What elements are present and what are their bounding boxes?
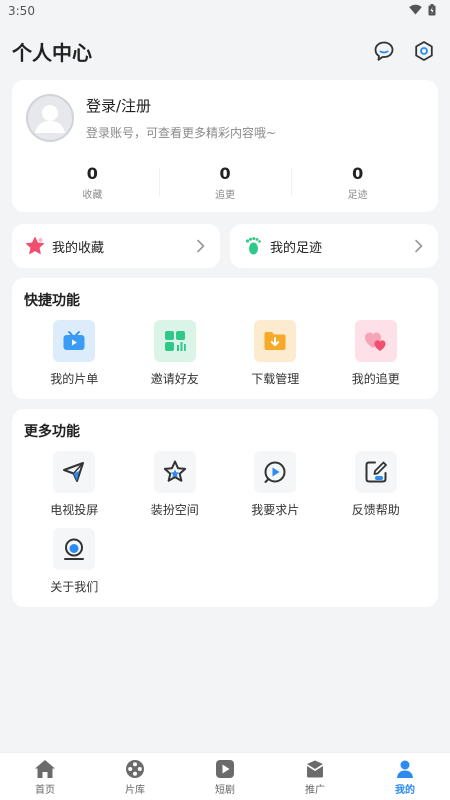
user-icon: [394, 758, 416, 780]
tv-cast-button[interactable]: 电视投屏: [24, 451, 125, 518]
section-title: 更多功能: [24, 424, 80, 440]
stat-following[interactable]: 0 追更: [158, 164, 292, 201]
grid-label: 下载管理: [251, 372, 300, 386]
status-bar: 3:50: [0, 0, 450, 22]
footprint-icon: [242, 235, 264, 257]
login-entry[interactable]: 登录/注册 登录账号，可查看更多精彩内容哦~: [26, 94, 424, 142]
feedback-edit-icon: [354, 451, 397, 493]
stat-value: 0: [86, 164, 98, 183]
star-icon: [24, 235, 46, 257]
grid-label: 我的片单: [50, 372, 99, 386]
grid-label: 我要求片: [251, 503, 300, 517]
settings-icon[interactable]: [412, 39, 436, 63]
login-title[interactable]: 登录/注册: [86, 95, 276, 116]
nav-label: 我的: [395, 784, 415, 796]
nav-short-drama[interactable]: 短剧: [180, 753, 270, 800]
film-reel-icon: [124, 758, 146, 780]
quick-link-label: 我的收藏: [52, 240, 105, 256]
stat-label: 追更: [215, 190, 235, 201]
my-favorites-link[interactable]: 我的收藏: [12, 224, 220, 268]
chevron-right-icon: [412, 239, 426, 253]
login-subtitle: 登录账号，可查看更多精彩内容哦~: [86, 126, 277, 140]
invite-icon: [153, 320, 196, 362]
quick-links: 我的收藏 我的足迹: [12, 224, 438, 268]
battery-icon: [428, 3, 436, 19]
stat-label: 收藏: [82, 190, 103, 201]
nav-label: 短剧: [215, 784, 235, 796]
header: 个人中心: [0, 22, 450, 80]
stats-row: 0 收藏 0 追更 0 足迹: [26, 164, 424, 201]
home-icon: [34, 758, 56, 780]
hearts-icon: [354, 320, 397, 362]
nav-label: 片库: [125, 784, 145, 796]
profile-card: 登录/注册 登录账号，可查看更多精彩内容哦~ 0 收藏 0 追更 0 足迹: [12, 80, 438, 212]
avatar[interactable]: [26, 94, 74, 142]
tv-list-icon: [53, 320, 96, 362]
more-features-section: 更多功能 电视投屏 装扮空间 我要求片 反馈帮助 关于我们: [12, 409, 438, 607]
about-us-button[interactable]: 关于我们: [24, 528, 125, 595]
cast-icon: [53, 451, 96, 493]
stat-favorites[interactable]: 0 收藏: [26, 164, 159, 201]
feedback-help-button[interactable]: 反馈帮助: [326, 451, 427, 518]
page-title: 个人中心: [12, 40, 92, 65]
star-outline-icon: [153, 451, 196, 493]
grid-label: 电视投屏: [50, 503, 99, 517]
my-playlist-button[interactable]: 我的片单: [24, 320, 125, 387]
nav-promote[interactable]: 推广: [270, 753, 360, 800]
nav-library[interactable]: 片库: [90, 753, 180, 800]
invite-friends-button[interactable]: 邀请好友: [125, 320, 226, 387]
my-follows-button[interactable]: 我的追更: [326, 320, 427, 387]
about-icon: [53, 528, 96, 570]
bottom-nav: 首页 片库 短剧 推广 我的: [0, 752, 450, 800]
grid-label: 关于我们: [50, 580, 99, 594]
stat-label: 足迹: [347, 190, 368, 201]
nav-label: 推广: [305, 784, 325, 796]
wifi-icon: [409, 4, 422, 18]
quick-link-label: 我的足迹: [270, 240, 323, 256]
download-manager-button[interactable]: 下载管理: [225, 320, 326, 387]
status-time: 3:50: [8, 4, 35, 18]
nav-home[interactable]: 首页: [0, 753, 90, 800]
grid-label: 邀请好友: [150, 372, 199, 386]
request-play-icon: [254, 451, 297, 493]
stat-value: 0: [352, 164, 364, 183]
stat-value: 0: [219, 164, 231, 183]
grid-label: 装扮空间: [150, 503, 199, 517]
nav-label: 首页: [35, 784, 55, 796]
grid-label: 我的追更: [351, 372, 400, 386]
dressup-space-button[interactable]: 装扮空间: [125, 451, 226, 518]
request-film-button[interactable]: 我要求片: [225, 451, 326, 518]
section-title: 快捷功能: [24, 293, 80, 309]
my-footprints-link[interactable]: 我的足迹: [230, 224, 438, 268]
stat-history[interactable]: 0 足迹: [291, 164, 424, 201]
download-folder-icon: [254, 320, 297, 362]
shortcuts-section: 快捷功能 我的片单 邀请好友 下载管理 我的追更: [12, 278, 438, 399]
grid-label: 反馈帮助: [351, 503, 400, 517]
nav-mine[interactable]: 我的: [360, 753, 450, 800]
chevron-right-icon: [194, 239, 208, 253]
play-square-icon: [214, 758, 236, 780]
mail-icon: [304, 758, 326, 780]
message-icon[interactable]: [372, 39, 396, 63]
